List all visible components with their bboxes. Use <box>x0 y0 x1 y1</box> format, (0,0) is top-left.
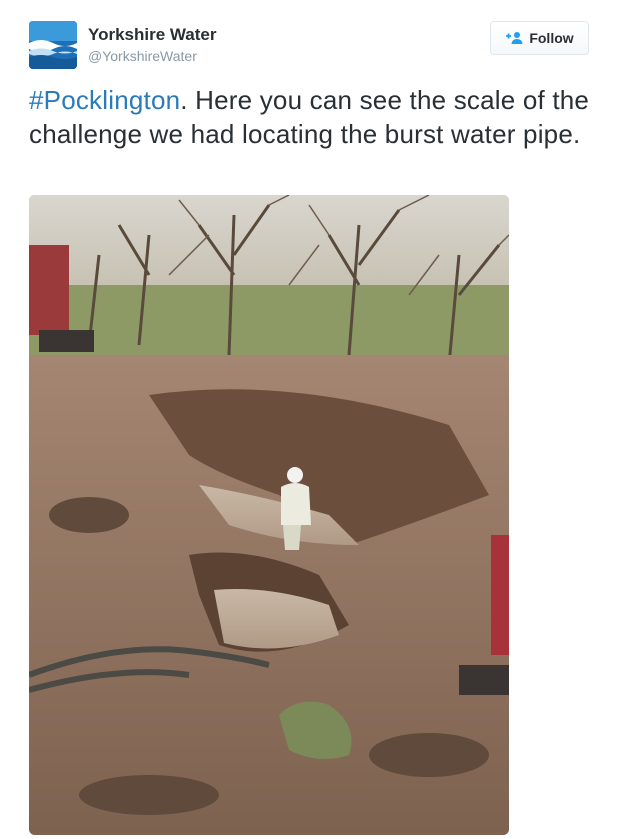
add-user-icon <box>506 32 523 44</box>
tweet-photo[interactable] <box>29 195 509 835</box>
account-handle[interactable]: @YorkshireWater <box>88 48 197 64</box>
follow-button[interactable]: Follow <box>490 21 589 55</box>
hashtag-link[interactable]: #Pocklington <box>29 85 180 115</box>
yorkshire-water-logo-icon <box>29 21 77 69</box>
follow-label: Follow <box>529 30 574 46</box>
tweet-text: #Pocklington. Here you can see the scale… <box>29 83 599 151</box>
account-name[interactable]: Yorkshire Water <box>88 25 217 45</box>
avatar[interactable] <box>29 21 77 69</box>
tweet-card: Yorkshire Water @YorkshireWater Follow #… <box>0 0 623 839</box>
excavation-photo <box>29 195 509 835</box>
